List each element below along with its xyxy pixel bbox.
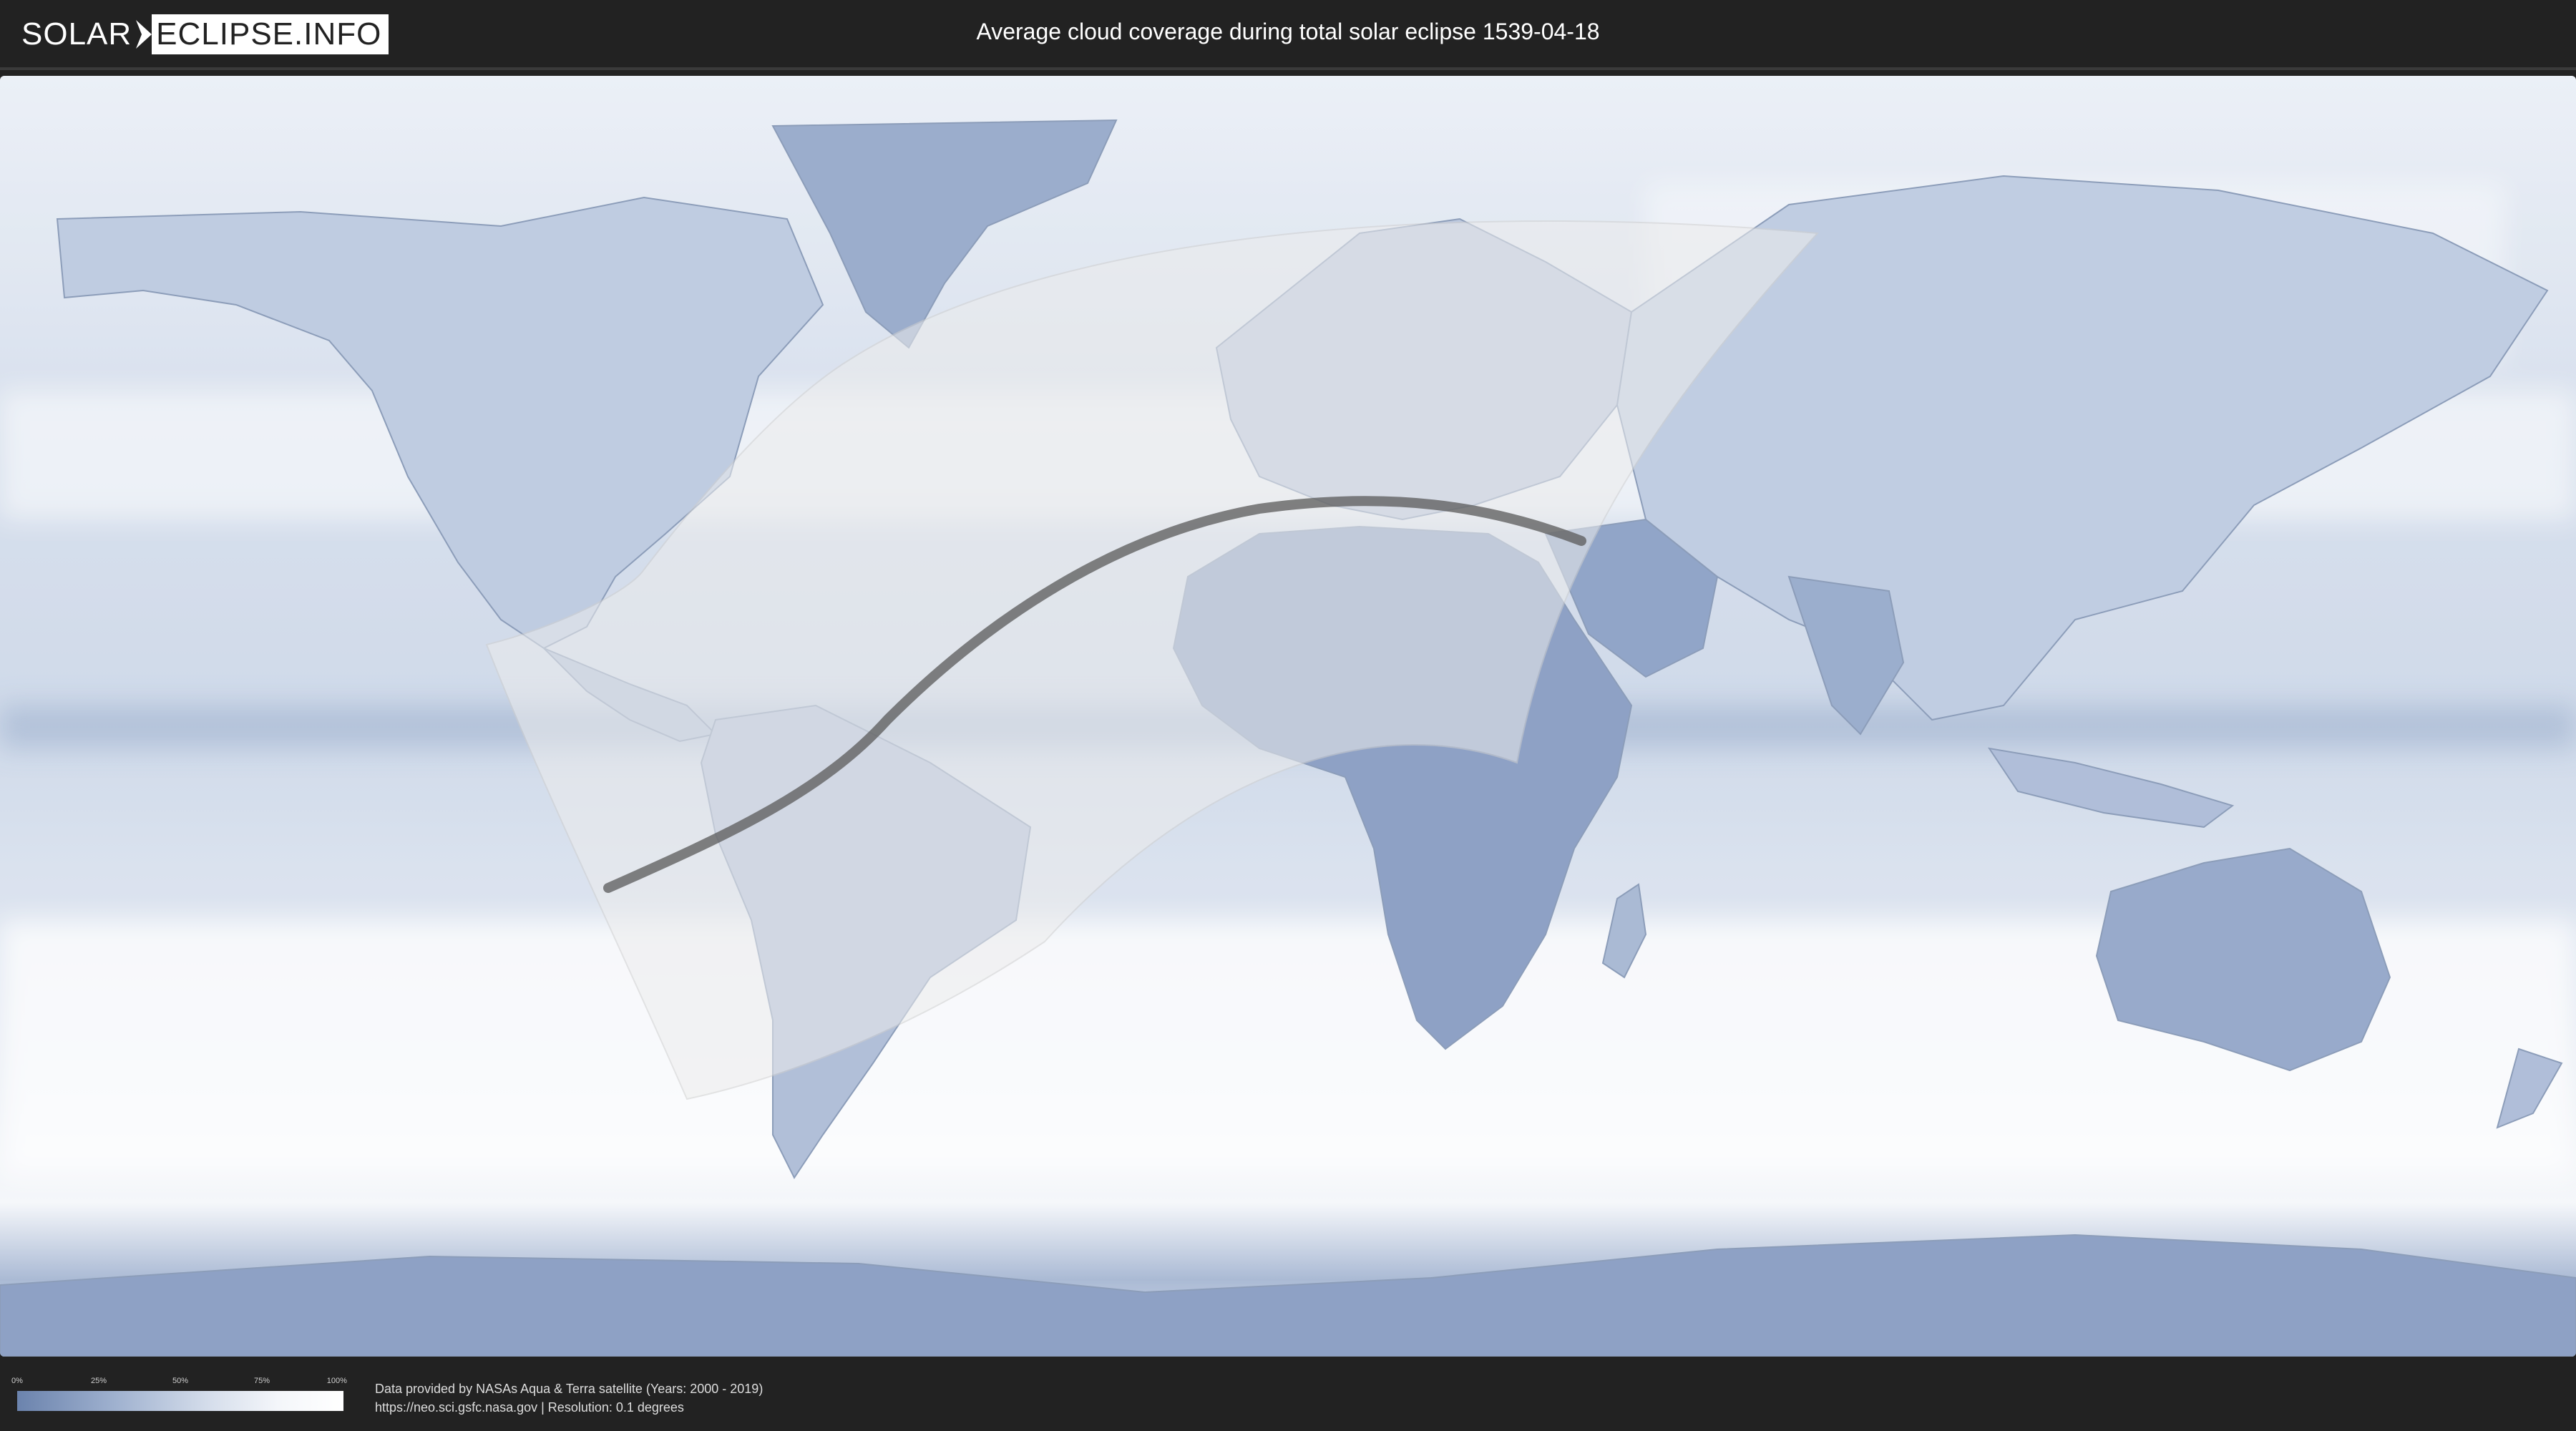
- legend-color-bar: [17, 1391, 343, 1411]
- page-title: Average cloud coverage during total sola…: [976, 19, 1600, 44]
- map-canvas: [0, 76, 2576, 1357]
- footer-bar: 0% 25% 50% 75% 100% Data provided by NAS…: [0, 1359, 2576, 1431]
- legend-tick: 0%: [11, 1377, 23, 1385]
- cloud-coverage-legend: 0% 25% 50% 75% 100%: [11, 1377, 347, 1411]
- credit-line-1: Data provided by NASAs Aqua & Terra sate…: [375, 1382, 763, 1396]
- cloud-coverage-map[interactable]: [0, 76, 2576, 1357]
- legend-tick: 100%: [326, 1377, 347, 1385]
- legend-tick: 75%: [253, 1377, 270, 1385]
- header-bar: SOLAR ECLIPSE.INFO Average cloud coverag…: [0, 0, 2576, 70]
- legend-tick: 50%: [172, 1377, 189, 1385]
- data-credits: Data provided by NASAs Aqua & Terra sate…: [375, 1379, 763, 1417]
- legend-ticks: 0% 25% 50% 75% 100%: [11, 1377, 347, 1387]
- legend-tick: 25%: [90, 1377, 107, 1385]
- credit-line-2[interactable]: https://neo.sci.gsfc.nasa.gov | Resoluti…: [375, 1398, 763, 1417]
